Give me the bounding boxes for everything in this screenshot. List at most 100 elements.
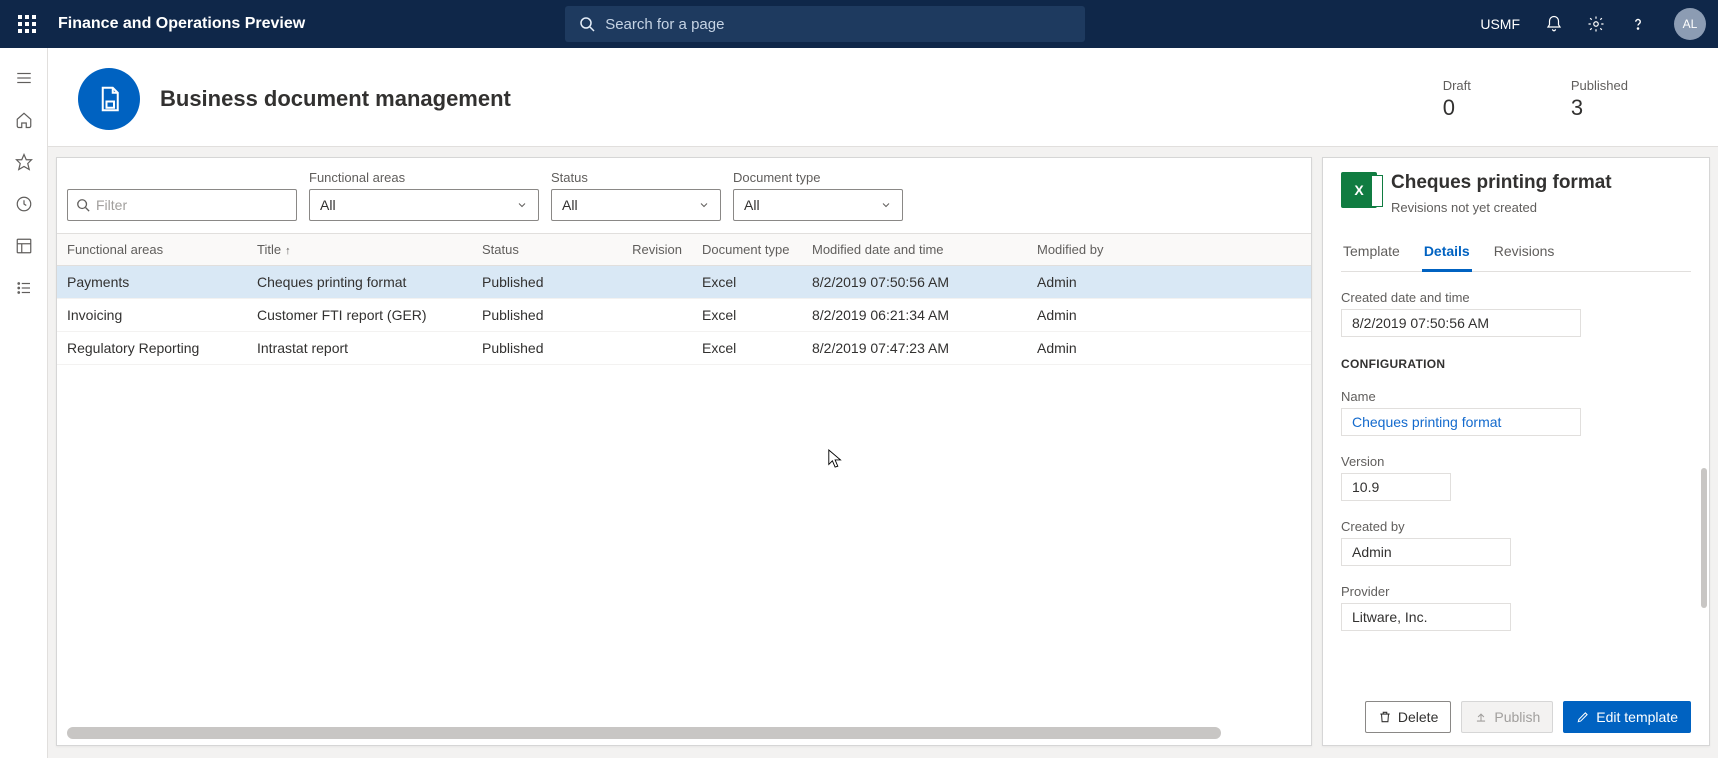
hamburger-icon[interactable] — [4, 58, 44, 98]
cell-rev — [622, 299, 692, 332]
status-filter-label: Status — [551, 170, 721, 185]
company-picker[interactable]: USMF — [1480, 16, 1520, 32]
col-doctype[interactable]: Document type — [692, 234, 802, 266]
horizontal-scrollbar[interactable] — [67, 727, 1221, 739]
page-title: Business document management — [160, 86, 1403, 112]
filter-search-icon — [76, 198, 90, 212]
search-placeholder: Search for a page — [605, 16, 724, 33]
col-modified-by[interactable]: Modified by — [1027, 234, 1311, 266]
documents-table: Functional areas Title↑ Status Revision … — [57, 233, 1311, 365]
cell-mby: Admin — [1027, 266, 1311, 299]
stat-published[interactable]: Published 3 — [1571, 78, 1628, 121]
cell-mby: Admin — [1027, 332, 1311, 365]
provider-value[interactable]: Litware, Inc. — [1341, 603, 1511, 631]
cell-rev — [622, 332, 692, 365]
table-row[interactable]: PaymentsCheques printing formatPublished… — [57, 266, 1311, 299]
cell-mby: Admin — [1027, 299, 1311, 332]
workspace-header: Business document management Draft 0 Pub… — [48, 48, 1718, 147]
modules-icon[interactable] — [4, 268, 44, 308]
upload-icon — [1474, 710, 1488, 724]
documents-grid-card: Filter Functional areas All Status All — [56, 157, 1312, 746]
filter-input[interactable]: Filter — [67, 189, 297, 221]
tab-template[interactable]: Template — [1341, 237, 1402, 271]
version-label: Version — [1341, 454, 1691, 469]
delete-button[interactable]: Delete — [1365, 701, 1451, 733]
publish-button: Publish — [1461, 701, 1553, 733]
pencil-icon — [1576, 710, 1590, 724]
col-revision[interactable]: Revision — [622, 234, 692, 266]
provider-label: Provider — [1341, 584, 1691, 599]
search-input[interactable]: Search for a page — [565, 6, 1085, 42]
sort-asc-icon: ↑ — [285, 245, 291, 257]
col-title[interactable]: Title↑ — [247, 234, 472, 266]
name-value-link[interactable]: Cheques printing format — [1341, 408, 1581, 436]
details-panel: X Cheques printing format Revisions not … — [1322, 157, 1710, 746]
stat-published-label: Published — [1571, 78, 1628, 93]
configuration-section: CONFIGURATION — [1341, 357, 1691, 371]
vertical-scrollbar[interactable] — [1701, 468, 1707, 608]
functional-areas-value: All — [320, 197, 336, 213]
notification-icon[interactable] — [1542, 12, 1566, 36]
cell-title: Customer FTI report (GER) — [247, 299, 472, 332]
created-date-label: Created date and time — [1341, 290, 1691, 305]
doctype-filter-label: Document type — [733, 170, 903, 185]
table-row[interactable]: Regulatory ReportingIntrastat reportPubl… — [57, 332, 1311, 365]
doctype-dropdown[interactable]: All — [733, 189, 903, 221]
cell-status: Published — [472, 299, 622, 332]
app-title: Finance and Operations Preview — [58, 15, 305, 33]
excel-icon: X — [1341, 172, 1377, 208]
cell-doctype: Excel — [692, 299, 802, 332]
status-value: All — [562, 197, 578, 213]
favorites-icon[interactable] — [4, 142, 44, 182]
stat-draft[interactable]: Draft 0 — [1443, 78, 1471, 121]
functional-areas-label: Functional areas — [309, 170, 539, 185]
workspace: Business document management Draft 0 Pub… — [48, 48, 1718, 758]
filter-placeholder: Filter — [96, 197, 127, 213]
home-icon[interactable] — [4, 100, 44, 140]
chevron-down-icon — [698, 199, 710, 211]
help-icon[interactable] — [1626, 12, 1650, 36]
cell-fa: Payments — [57, 266, 247, 299]
trash-icon — [1378, 710, 1392, 724]
workspace-icon — [78, 68, 140, 130]
cell-title: Cheques printing format — [247, 266, 472, 299]
cell-mdt: 8/2/2019 06:21:34 AM — [802, 299, 1027, 332]
name-label: Name — [1341, 389, 1691, 404]
tab-revisions[interactable]: Revisions — [1492, 237, 1557, 271]
left-nav-rail — [0, 48, 48, 758]
tab-details[interactable]: Details — [1422, 237, 1472, 272]
details-subtitle: Revisions not yet created — [1391, 200, 1691, 215]
edit-template-button[interactable]: Edit template — [1563, 701, 1691, 733]
createdby-label: Created by — [1341, 519, 1691, 534]
recent-icon[interactable] — [4, 184, 44, 224]
cell-status: Published — [472, 332, 622, 365]
cell-doctype: Excel — [692, 332, 802, 365]
cell-fa: Regulatory Reporting — [57, 332, 247, 365]
version-value[interactable]: 10.9 — [1341, 473, 1451, 501]
functional-areas-dropdown[interactable]: All — [309, 189, 539, 221]
chevron-down-icon — [516, 199, 528, 211]
topbar: Finance and Operations Preview Search fo… — [0, 0, 1718, 48]
status-dropdown[interactable]: All — [551, 189, 721, 221]
col-functional-areas[interactable]: Functional areas — [57, 234, 247, 266]
cell-doctype: Excel — [692, 266, 802, 299]
cell-mdt: 8/2/2019 07:50:56 AM — [802, 266, 1027, 299]
cursor-icon — [827, 448, 845, 470]
created-date-value[interactable]: 8/2/2019 07:50:56 AM — [1341, 309, 1581, 337]
cell-status: Published — [472, 266, 622, 299]
cell-mdt: 8/2/2019 07:47:23 AM — [802, 332, 1027, 365]
createdby-value[interactable]: Admin — [1341, 538, 1511, 566]
stat-published-value: 3 — [1571, 95, 1628, 121]
col-modified-dt[interactable]: Modified date and time — [802, 234, 1027, 266]
stat-draft-label: Draft — [1443, 78, 1471, 93]
table-row[interactable]: InvoicingCustomer FTI report (GER)Publis… — [57, 299, 1311, 332]
chevron-down-icon — [880, 199, 892, 211]
app-launcher-icon[interactable] — [12, 9, 42, 39]
stat-draft-value: 0 — [1443, 95, 1471, 121]
cell-rev — [622, 266, 692, 299]
details-title: Cheques printing format — [1391, 172, 1691, 194]
workspaces-icon[interactable] — [4, 226, 44, 266]
avatar[interactable]: AL — [1674, 8, 1706, 40]
gear-icon[interactable] — [1584, 12, 1608, 36]
col-status[interactable]: Status — [472, 234, 622, 266]
